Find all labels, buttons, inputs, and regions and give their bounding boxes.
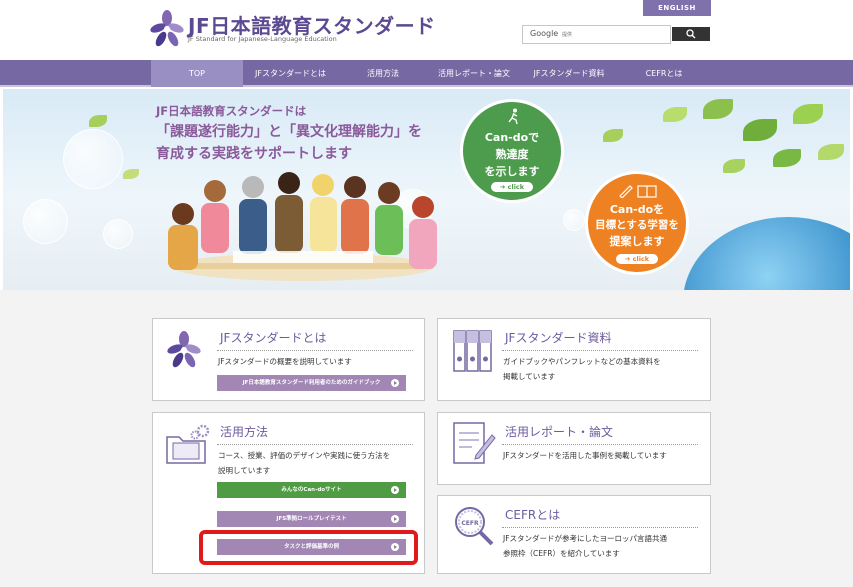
arrow-icon xyxy=(391,486,399,494)
divider xyxy=(502,527,698,528)
circle1-line-3: を示します xyxy=(484,165,540,178)
hero-banner: JF日本語教育スタンダードは 「課題遂行能力」と「異文化理解能力」を 育成する実… xyxy=(3,89,850,290)
globe-illustration xyxy=(683,217,850,290)
cefr-card[interactable]: CEFR CEFRとは JFスタンダードが参考にしたヨーロッパ言語共通 参照枠（… xyxy=(437,495,711,574)
circle2-click-button[interactable]: ➔ click xyxy=(616,254,658,264)
cando-proficiency-circle[interactable]: Can-doで 熟達度 を示します ➔ click xyxy=(460,99,564,203)
click-label: click xyxy=(632,255,650,263)
divider xyxy=(502,444,698,445)
folder-gear-icon xyxy=(166,424,210,464)
arrow-icon xyxy=(391,515,399,523)
search-placeholder: 提供 xyxy=(562,32,573,38)
english-button[interactable]: ENGLISH xyxy=(643,0,711,16)
leaf-decoration xyxy=(793,104,823,124)
search-button[interactable] xyxy=(672,27,710,41)
bubble-decoration xyxy=(63,129,123,189)
nav-item-materials[interactable]: JFスタンダード資料 xyxy=(520,60,618,87)
divider xyxy=(217,444,413,445)
usage-card-title[interactable]: 活用方法 xyxy=(220,423,268,440)
leaf-decoration xyxy=(743,119,777,141)
magnifier-cefr-icon: CEFR xyxy=(455,507,494,546)
running-person-icon xyxy=(508,108,518,124)
hero-headline-2: 「課題遂行能力」と「異文化理解能力」を xyxy=(156,124,422,140)
roleplay-test-button-label: JFS準拠ロールプレイテスト xyxy=(276,516,347,522)
nav-item-reports[interactable]: 活用レポート・論文 xyxy=(428,60,520,87)
nav-item-about[interactable]: JFスタンダードとは xyxy=(243,60,338,87)
leaf-decoration xyxy=(123,169,139,179)
cefr-card-desc-2: 参照枠（CEFR）を紹介しています xyxy=(503,549,620,558)
circle1-click-button[interactable]: ➔ click xyxy=(491,182,533,192)
search-icon xyxy=(686,29,696,39)
site-subtitle: JF Standard for Japanese-Language Educat… xyxy=(188,35,337,43)
site-header: JF日本語教育スタンダード JF Standard for Japanese-L… xyxy=(0,0,853,60)
bubble-decoration xyxy=(563,209,585,231)
circle1-line-2: 熟達度 xyxy=(495,148,529,161)
reports-card-title[interactable]: 活用レポート・論文 xyxy=(505,423,613,440)
leaf-decoration xyxy=(818,144,844,160)
binders-icon xyxy=(453,330,492,372)
roleplay-test-button[interactable]: JFS準拠ロールプレイテスト xyxy=(217,511,406,527)
circle1-line-1: Can-doで xyxy=(484,131,540,144)
circle2-line-1: Can-doを xyxy=(609,203,665,216)
usage-card-desc-2: 説明しています xyxy=(218,466,271,475)
materials-card-title[interactable]: JFスタンダード資料 xyxy=(505,329,611,346)
divider xyxy=(502,350,698,351)
leaf-decoration xyxy=(773,149,801,167)
document-pen-icon xyxy=(453,422,496,464)
usage-card-desc-1: コース、授業、評価のデザインや実践に使う方法を xyxy=(218,451,391,460)
guidebook-button-label: JF日本語教育スタンダード利用者のためのガイドブック xyxy=(242,380,381,386)
leaf-decoration xyxy=(603,129,623,142)
minna-cando-button[interactable]: みんなのCan-doサイト xyxy=(217,482,406,498)
reports-card[interactable]: 活用レポート・論文 JFスタンダードを活用した事例を掲載しています xyxy=(437,412,711,485)
about-card[interactable]: JFスタンダードとは JFスタンダードの概要を説明しています JF日本語教育スタ… xyxy=(152,318,425,401)
minna-cando-button-label: みんなのCan-doサイト xyxy=(281,487,342,493)
arrow-icon xyxy=(391,379,399,387)
main-nav: TOP JFスタンダードとは 活用方法 活用レポート・論文 JFスタンダード資料… xyxy=(0,60,853,87)
click-label: click xyxy=(507,183,525,191)
search-input[interactable]: Google 提供 xyxy=(522,25,671,44)
cando-learning-circle[interactable]: Can-doを 目標とする学習を 提案します ➔ click xyxy=(585,171,689,275)
bubble-decoration xyxy=(103,219,133,249)
materials-card-desc-2: 掲載しています xyxy=(503,372,556,381)
flower-icon xyxy=(167,331,201,368)
about-card-desc: JFスタンダードの概要を説明しています xyxy=(218,357,352,366)
hero-headline-1: JF日本語教育スタンダードは xyxy=(156,104,307,118)
flower-logo-icon[interactable] xyxy=(150,10,184,48)
reports-card-desc: JFスタンダードを活用した事例を掲載しています xyxy=(503,451,667,460)
cefr-card-desc-1: JFスタンダードが参考にしたヨーロッパ言語共通 xyxy=(503,534,668,543)
leaf-decoration xyxy=(703,99,733,119)
google-brand: Google xyxy=(530,29,559,38)
about-card-title[interactable]: JFスタンダードとは xyxy=(220,329,326,346)
divider xyxy=(217,350,413,351)
pencil-book-icon xyxy=(619,185,657,198)
guidebook-button[interactable]: JF日本語教育スタンダード利用者のためのガイドブック xyxy=(217,375,406,391)
leaf-decoration xyxy=(89,115,107,127)
nav-item-cefr[interactable]: CEFRとは xyxy=(618,60,710,87)
leaf-decoration xyxy=(723,159,745,173)
people-illustration xyxy=(168,172,437,281)
bubble-decoration xyxy=(23,199,68,244)
nav-item-top[interactable]: TOP xyxy=(151,60,243,87)
highlight-box xyxy=(199,530,418,565)
circle2-line-3: 提案します xyxy=(609,235,665,248)
leaf-decoration xyxy=(663,107,687,122)
materials-card-desc-1: ガイドブックやパンフレットなどの基本資料を xyxy=(503,357,661,366)
nav-item-usage[interactable]: 活用方法 xyxy=(338,60,428,87)
content-area xyxy=(0,290,853,587)
cefr-card-title[interactable]: CEFRとは xyxy=(505,506,560,523)
cefr-icon-text: CEFR xyxy=(461,520,479,527)
materials-card[interactable]: JFスタンダード資料 ガイドブックやパンフレットなどの基本資料を 掲載しています xyxy=(437,318,711,401)
circle2-line-2: 目標とする学習を xyxy=(595,219,679,231)
